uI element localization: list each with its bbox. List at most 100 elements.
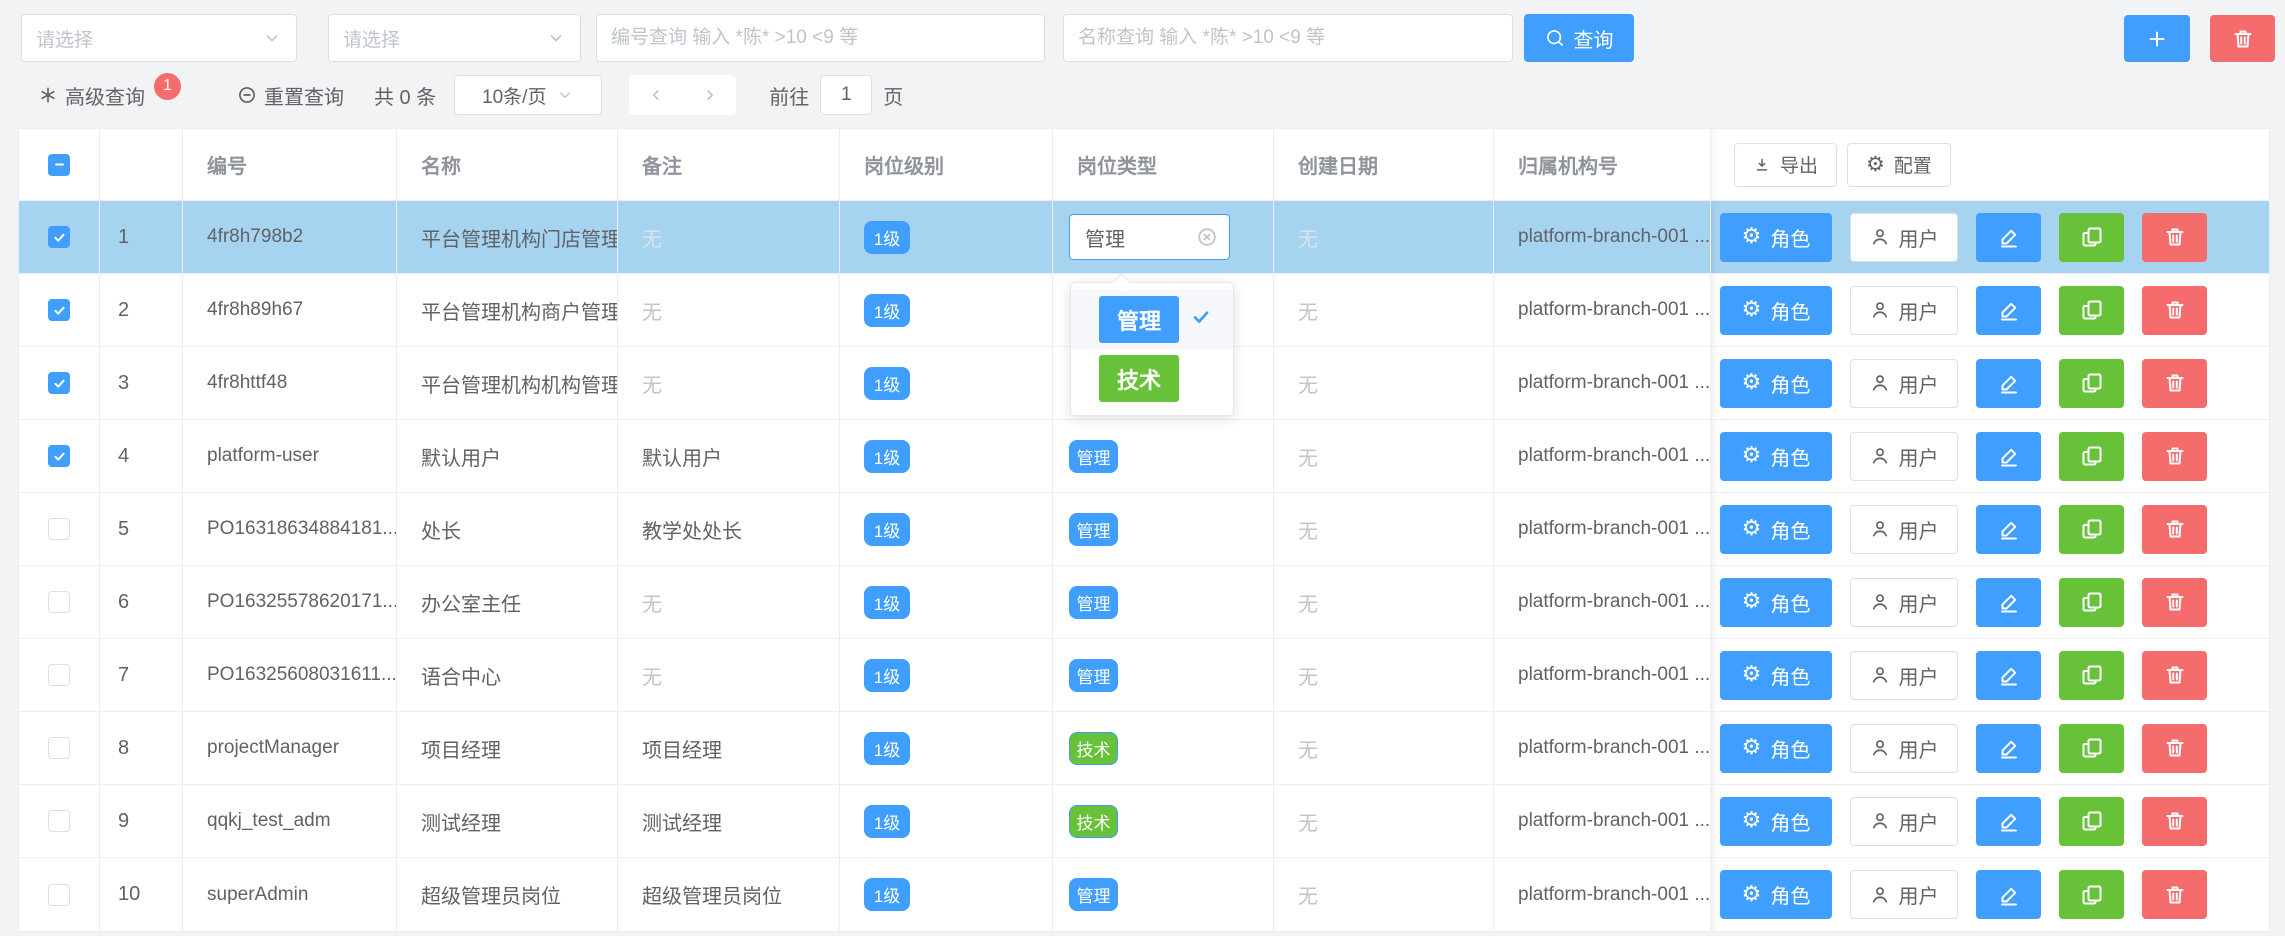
- table-row[interactable]: 8projectManager项目经理项目经理1级技术无platform-bra…: [19, 712, 2269, 785]
- user-button[interactable]: 用户: [1850, 724, 1958, 773]
- add-button[interactable]: [2124, 15, 2190, 62]
- role-button-label: 角色: [1770, 661, 1810, 690]
- table-row[interactable]: 7PO16325608031611...语合中心无1级管理无platform-b…: [19, 639, 2269, 712]
- user-button[interactable]: 用户: [1850, 213, 1958, 262]
- edit-button[interactable]: [1976, 578, 2041, 627]
- copy-button[interactable]: [2059, 870, 2124, 919]
- page-size-select[interactable]: 10条/页: [454, 75, 602, 115]
- delete-row-button[interactable]: [2142, 505, 2207, 554]
- role-button[interactable]: ⚙角色: [1720, 286, 1832, 335]
- user-button[interactable]: 用户: [1850, 870, 1958, 919]
- user-button[interactable]: 用户: [1850, 651, 1958, 700]
- copy-button[interactable]: [2059, 797, 2124, 846]
- advanced-query-button[interactable]: 高级查询 1: [38, 81, 181, 110]
- person-icon: [1870, 811, 1890, 831]
- delete-row-button[interactable]: [2142, 286, 2207, 335]
- next-page-button[interactable]: [701, 86, 719, 104]
- copy-button[interactable]: [2059, 286, 2124, 335]
- config-button[interactable]: ⚙ 配置: [1847, 143, 1951, 187]
- delete-row-button[interactable]: [2142, 578, 2207, 627]
- copy-button[interactable]: [2059, 432, 2124, 481]
- row-checkbox[interactable]: [48, 372, 70, 394]
- edit-button[interactable]: [1976, 286, 2041, 335]
- table-row[interactable]: 9qqkj_test_adm测试经理测试经理1级技术无platform-bran…: [19, 785, 2269, 858]
- clear-icon[interactable]: [1196, 226, 1218, 248]
- row-checkbox[interactable]: [48, 445, 70, 467]
- goto-page-input[interactable]: [820, 75, 872, 115]
- user-button[interactable]: 用户: [1850, 432, 1958, 481]
- row-checkbox[interactable]: [48, 664, 70, 686]
- edit-button[interactable]: [1976, 870, 2041, 919]
- batch-delete-button[interactable]: [2210, 15, 2275, 62]
- edit-button[interactable]: [1976, 432, 2041, 481]
- gear-icon: ⚙: [1742, 518, 1762, 540]
- reset-query-button[interactable]: 重置查询: [237, 81, 344, 110]
- table-row[interactable]: 5PO16318634884181...处长教学处处长1级管理无platform…: [19, 493, 2269, 566]
- user-button[interactable]: 用户: [1850, 359, 1958, 408]
- role-button[interactable]: ⚙ 角色: [1720, 651, 1832, 700]
- row-checkbox[interactable]: [48, 226, 70, 248]
- role-button[interactable]: ⚙角色: [1720, 432, 1832, 481]
- role-button[interactable]: ⚙角色: [1720, 870, 1832, 919]
- role-button[interactable]: ⚙角色: [1720, 578, 1832, 627]
- delete-row-button[interactable]: [2142, 870, 2207, 919]
- edit-button[interactable]: [1976, 213, 2041, 262]
- delete-row-button[interactable]: [2142, 724, 2207, 773]
- table-row[interactable]: 6PO16325578620171...办公室主任无1级管理无platform-…: [19, 566, 2269, 639]
- copy-button[interactable]: [2059, 505, 2124, 554]
- delete-row-button[interactable]: [2142, 797, 2207, 846]
- export-button[interactable]: 导出: [1734, 143, 1837, 187]
- role-button[interactable]: ⚙角色: [1720, 359, 1832, 408]
- cell-name: 平台管理机构门店管理岗: [397, 201, 618, 273]
- select-all-checkbox[interactable]: [48, 154, 70, 176]
- dropdown-option-selected[interactable]: 管理: [1071, 290, 1233, 349]
- table-row[interactable]: 10superAdmin超级管理员岗位超级管理员岗位1级管理无platform-…: [19, 858, 2269, 931]
- edit-button[interactable]: [1976, 651, 2041, 700]
- row-checkbox[interactable]: [48, 299, 70, 321]
- delete-row-button[interactable]: [2142, 432, 2207, 481]
- code-search-input[interactable]: [611, 27, 1030, 49]
- row-checkbox[interactable]: [48, 884, 70, 906]
- edit-button[interactable]: [1976, 724, 2041, 773]
- filter-select-1[interactable]: 请选择: [21, 14, 297, 62]
- cell-level: 1级: [840, 712, 1053, 784]
- edit-button[interactable]: [1976, 797, 2041, 846]
- edit-button[interactable]: [1976, 359, 2041, 408]
- copy-button[interactable]: [2059, 359, 2124, 408]
- filter-select-2[interactable]: 请选择: [328, 14, 581, 62]
- copy-button[interactable]: [2059, 213, 2124, 262]
- total-count: 共 0 条: [374, 81, 436, 110]
- user-button[interactable]: 用户: [1850, 797, 1958, 846]
- table-row[interactable]: 4platform-user默认用户默认用户1级管理无platform-bran…: [19, 420, 2269, 493]
- user-button[interactable]: 用户: [1850, 578, 1958, 627]
- role-button[interactable]: ⚙角色: [1720, 505, 1832, 554]
- cell-created: 无: [1274, 639, 1494, 711]
- row-checkbox[interactable]: [48, 591, 70, 613]
- copy-button[interactable]: [2059, 578, 2124, 627]
- role-button[interactable]: ⚙角色: [1720, 213, 1832, 262]
- dropdown-option-badge: 技术: [1099, 355, 1179, 402]
- copy-button[interactable]: [2059, 724, 2124, 773]
- row-checkbox[interactable]: [48, 810, 70, 832]
- search-button[interactable]: 查询: [1524, 14, 1634, 62]
- gear-icon: ⚙: [1742, 664, 1762, 686]
- name-search-input[interactable]: [1078, 27, 1498, 49]
- cell-note: 教学处处长: [618, 493, 840, 565]
- row-checkbox[interactable]: [48, 518, 70, 540]
- dropdown-option[interactable]: 技术: [1071, 349, 1233, 408]
- delete-row-button[interactable]: [2142, 359, 2207, 408]
- row-checkbox[interactable]: [48, 737, 70, 759]
- user-button[interactable]: 用户: [1850, 505, 1958, 554]
- search-button-label: 查询: [1574, 24, 1614, 53]
- copy-button[interactable]: [2059, 651, 2124, 700]
- delete-row-button[interactable]: [2142, 651, 2207, 700]
- prev-page-button[interactable]: [647, 86, 665, 104]
- delete-row-button[interactable]: [2142, 213, 2207, 262]
- edit-button[interactable]: [1976, 505, 2041, 554]
- type-select-open[interactable]: 管理: [1069, 214, 1230, 260]
- table-row[interactable]: 14fr8h798b2平台管理机构门店管理岗无1级管理无platform-bra…: [19, 201, 2269, 274]
- role-button[interactable]: ⚙角色: [1720, 724, 1832, 773]
- user-button[interactable]: 用户: [1850, 286, 1958, 335]
- person-icon: [1870, 373, 1890, 393]
- role-button[interactable]: ⚙角色: [1720, 797, 1832, 846]
